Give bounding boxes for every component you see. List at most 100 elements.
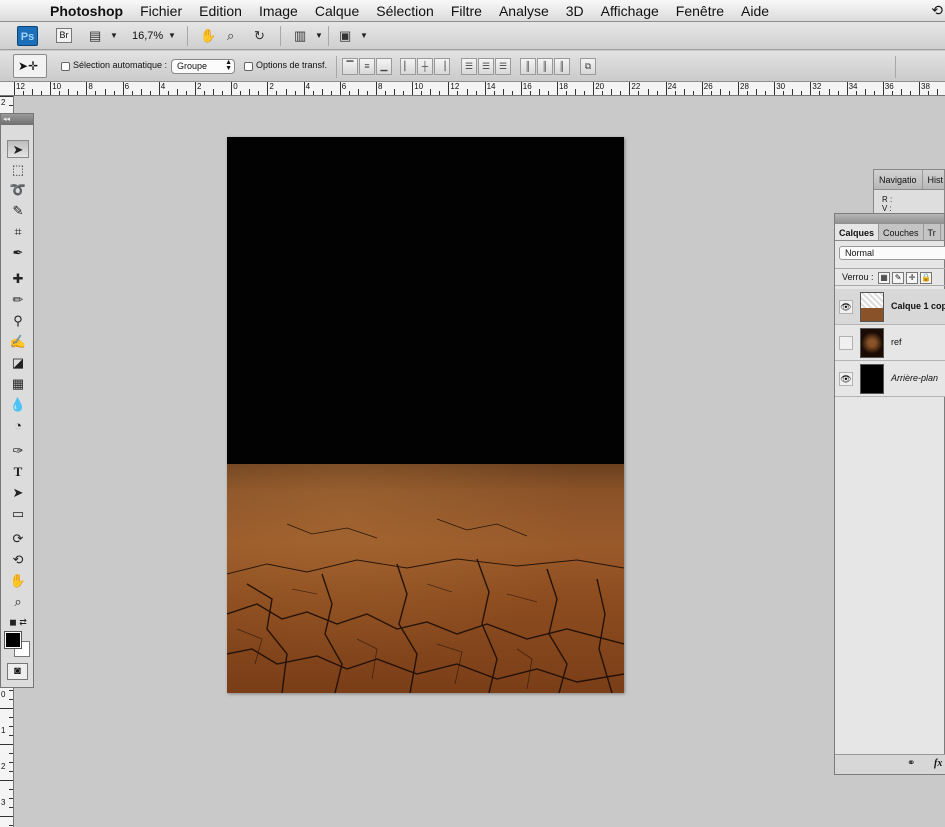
layers-panel-titlebar[interactable]: [835, 214, 944, 224]
ruler-label: 0: [1, 690, 6, 699]
lock-position-icon[interactable]: ✛: [906, 271, 919, 284]
blur-tool-icon[interactable]: 💧: [7, 396, 29, 414]
distribute-top-icon[interactable]: ☰: [461, 58, 477, 75]
auto-align-layers-icon[interactable]: ⧉: [580, 58, 596, 75]
3d-rotate-tool-icon[interactable]: ⟳: [7, 530, 29, 548]
menu-edition[interactable]: Edition: [199, 3, 242, 19]
foreground-color-swatch[interactable]: [5, 632, 21, 648]
3d-orbit-tool-icon[interactable]: ⟲: [7, 551, 29, 569]
menu-calque[interactable]: Calque: [315, 3, 359, 19]
view-extras-icon[interactable]: ▤: [89, 26, 101, 46]
time-machine-icon[interactable]: ⟲: [931, 2, 943, 19]
menu-affichage[interactable]: Affichage: [601, 3, 659, 19]
menu-fichier[interactable]: Fichier: [140, 3, 182, 19]
clone-stamp-tool-icon[interactable]: ⚲: [7, 312, 29, 330]
crop-tool-icon[interactable]: ⌗: [7, 223, 29, 241]
tab-navigator[interactable]: Navigatio: [874, 170, 923, 189]
distribute-right-icon[interactable]: ║: [554, 58, 570, 75]
menu-analyse[interactable]: Analyse: [499, 3, 549, 19]
tool-preset-picker[interactable]: ➤✛: [13, 54, 47, 78]
brush-tool-icon[interactable]: ✏: [7, 291, 29, 309]
tab-paths[interactable]: Tr: [924, 224, 941, 240]
layer-row[interactable]: ref: [835, 325, 945, 361]
align-left-edges-icon[interactable]: ▏: [400, 58, 416, 75]
shape-tool-icon[interactable]: ▭: [7, 505, 29, 523]
auto-select-checkbox[interactable]: [61, 62, 70, 71]
chevron-down-icon[interactable]: ▼: [315, 26, 323, 46]
menu-app-name[interactable]: Photoshop: [50, 3, 123, 19]
link-layers-icon[interactable]: ⚭: [907, 758, 915, 769]
blend-mode-dropdown[interactable]: Normal: [839, 246, 945, 260]
lock-all-icon[interactable]: 🔒: [920, 271, 933, 284]
zoom-level[interactable]: 16,7%: [132, 26, 163, 46]
marquee-tool-icon[interactable]: ⬚: [7, 161, 29, 179]
history-brush-tool-icon[interactable]: ✍: [7, 333, 29, 351]
dodge-tool-icon[interactable]: ◔: [7, 417, 29, 435]
align-vertical-centers-icon[interactable]: ≡: [359, 58, 375, 75]
distribute-bottom-icon[interactable]: ☰: [495, 58, 511, 75]
lock-transparency-icon[interactable]: ▦: [878, 271, 891, 284]
align-horizontal-centers-icon[interactable]: ┼: [417, 58, 433, 75]
menu-selection[interactable]: Sélection: [376, 3, 434, 19]
rotate-view-icon[interactable]: ↻: [254, 26, 265, 46]
ruler-tick: [547, 91, 549, 95]
auto-select-dropdown[interactable]: Groupe ▲ ▼: [171, 59, 235, 74]
align-right-edges-icon[interactable]: ▕: [434, 58, 450, 75]
default-colors-icon[interactable]: ◼ ⇄: [4, 613, 32, 631]
menu-fenetre[interactable]: Fenêtre: [676, 3, 724, 19]
chevron-down-icon[interactable]: ▼: [110, 26, 118, 46]
healing-brush-tool-icon[interactable]: ✚: [7, 270, 29, 288]
arrange-documents-icon[interactable]: ▥: [294, 26, 306, 46]
distribute-center-icon[interactable]: ☰: [478, 58, 494, 75]
ruler-tick: [258, 91, 260, 95]
zoom-tool-icon[interactable]: ⌕: [227, 26, 234, 46]
ruler-tick: [339, 82, 341, 95]
quick-selection-tool-icon[interactable]: ✎: [7, 202, 29, 220]
menu-aide[interactable]: Aide: [741, 3, 769, 19]
ruler-tick: [629, 82, 631, 95]
eyedropper-tool-icon[interactable]: ✒: [7, 244, 29, 262]
quick-mask-button[interactable]: ◙: [7, 663, 28, 680]
move-tool-icon[interactable]: ➤: [7, 140, 29, 158]
chevron-down-icon[interactable]: ▼: [168, 26, 176, 46]
cracked-earth-texture: [227, 518, 624, 693]
screen-mode-icon[interactable]: ▣: [339, 26, 351, 46]
tab-layers[interactable]: Calques: [835, 224, 880, 240]
fx-icon[interactable]: fx: [934, 758, 942, 769]
gradient-tool-icon[interactable]: ▦: [7, 375, 29, 393]
ruler-tick: [602, 91, 604, 95]
transform-controls-checkbox[interactable]: [244, 62, 253, 71]
layer-row[interactable]: 👁 Calque 1 cop: [835, 289, 945, 325]
path-selection-tool-icon[interactable]: ➤: [7, 484, 29, 502]
layer-name: ref: [891, 337, 902, 347]
chevron-down-icon[interactable]: ▼: [360, 26, 368, 46]
menu-filtre[interactable]: Filtre: [451, 3, 482, 19]
tab-histogram[interactable]: Hist: [923, 170, 945, 189]
hand-tool-icon[interactable]: ✋: [200, 26, 216, 46]
menu-image[interactable]: Image: [259, 3, 298, 19]
eye-icon[interactable]: 👁: [839, 300, 853, 314]
align-top-edges-icon[interactable]: ▔: [342, 58, 358, 75]
distribute-hcenter-icon[interactable]: ║: [537, 58, 553, 75]
lock-pixels-icon[interactable]: ✎: [892, 271, 905, 284]
eye-hidden-icon[interactable]: [839, 336, 853, 350]
tab-channels[interactable]: Couches: [879, 224, 924, 240]
align-bottom-edges-icon[interactable]: ▁: [376, 58, 392, 75]
tools-panel-header[interactable]: ◂◂: [1, 114, 33, 125]
type-tool-icon[interactable]: T: [7, 463, 29, 481]
menu-3d[interactable]: 3D: [566, 3, 584, 19]
bridge-button[interactable]: Br: [56, 28, 72, 43]
zoom-tool-icon[interactable]: ⌕: [7, 593, 29, 611]
eraser-tool-icon[interactable]: ◪: [7, 354, 29, 372]
document-canvas[interactable]: [227, 137, 624, 693]
lasso-tool-icon[interactable]: ➰: [7, 181, 29, 199]
ruler-tick: [466, 89, 468, 95]
eye-icon[interactable]: 👁: [839, 372, 853, 386]
hand-tool-icon[interactable]: ✋: [7, 572, 29, 590]
layer-row[interactable]: 👁 Arrière-plan: [835, 361, 945, 397]
distribute-left-icon[interactable]: ║: [520, 58, 536, 75]
ruler-tick: [9, 726, 13, 727]
pen-tool-icon[interactable]: ✑: [7, 442, 29, 460]
ruler-tick: [385, 91, 387, 95]
ruler-tick: [638, 91, 640, 95]
